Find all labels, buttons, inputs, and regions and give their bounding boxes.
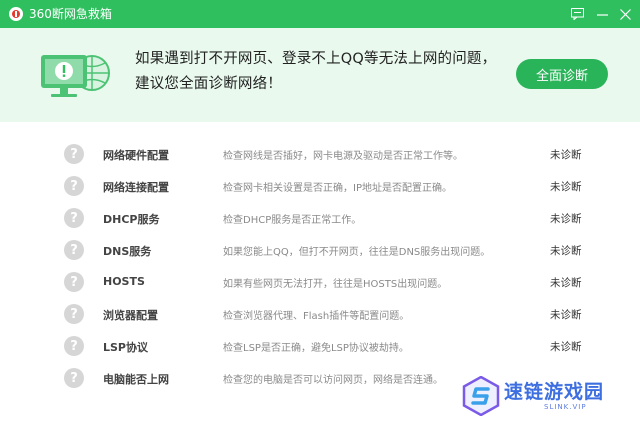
window-title: 360断网急救箱 [29,7,112,21]
list-item: ? LSP协议 检查LSP是否正确，避免LSP协议被劫持。 未诊断 [0,330,640,362]
watermark: 速链游戏园 SLINK.VIP [462,376,632,420]
question-icon: ? [64,368,84,388]
item-status: 未诊断 [550,149,582,161]
item-name: 电脑能否上网 [103,373,169,386]
list-item: ? 网络硬件配置 检查网线是否插好，网卡电源及驱动是否正常工作等。 未诊断 [0,138,640,170]
header-line-1: 如果遇到打不开网页、登录不上QQ等无法上网的问题， [135,51,497,67]
item-name: DNS服务 [103,245,152,258]
item-name: LSP协议 [103,341,148,354]
list-item: ? 网络连接配置 检查网卡相关设置是否正确，IP地址是否配置正确。 未诊断 [0,170,640,202]
list-item: ? HOSTS 如果有些网页无法打开，往往是HOSTS出现问题。 未诊断 [0,266,640,298]
item-description: 检查浏览器代理、Flash插件等配置问题。 [223,311,410,322]
item-status: 未诊断 [550,213,582,225]
item-description: 检查网卡相关设置是否正确，IP地址是否配置正确。 [223,183,452,194]
header-line-2: 建议您全面诊断网络！ [135,76,282,92]
watermark-subtext: SLINK.VIP [544,403,587,411]
question-icon: ? [64,176,84,196]
question-icon: ? [64,208,84,228]
app-logo-icon [9,7,23,21]
question-icon: ? [64,304,84,324]
question-icon: ? [64,240,84,260]
item-status: 未诊断 [550,245,582,257]
item-description: 如果您能上QQ，但打不开网页，往往是DNS服务出现问题。 [223,247,491,258]
item-name: 浏览器配置 [103,309,158,322]
item-description: 如果有些网页无法打开，往往是HOSTS出现问题。 [223,279,448,290]
watermark-text: 速链游戏园 [504,381,605,403]
list-item: ? 浏览器配置 检查浏览器代理、Flash插件等配置问题。 未诊断 [0,298,640,330]
item-name: 网络连接配置 [103,181,169,194]
item-description: 检查网线是否插好，网卡电源及驱动是否正常工作等。 [223,151,463,162]
item-description: 检查LSP是否正确，避免LSP协议被劫持。 [223,343,409,354]
computer-globe-warning-icon [38,49,114,105]
item-status: 未诊断 [550,277,582,289]
list-item: ? DHCP服务 检查DHCP服务是否正常工作。 未诊断 [0,202,640,234]
item-name: DHCP服务 [103,213,160,226]
close-icon[interactable] [617,6,633,22]
header-banner: 如果遇到打不开网页、登录不上QQ等无法上网的问题， 建议您全面诊断网络！ 全面诊… [0,28,640,122]
watermark-logo-icon [462,376,500,416]
minimize-icon[interactable] [594,6,610,22]
item-name: 网络硬件配置 [103,149,169,162]
list-item: ? DNS服务 如果您能上QQ，但打不开网页，往往是DNS服务出现问题。 未诊断 [0,234,640,266]
item-description: 检查DHCP服务是否正常工作。 [223,215,362,226]
title-bar: 360断网急救箱 [0,0,640,28]
item-description: 检查您的电脑是否可以访问网页，网络是否连通。 [223,375,443,386]
question-icon: ? [64,272,84,292]
question-icon: ? [64,144,84,164]
full-diagnosis-button[interactable]: 全面诊断 [516,59,608,89]
header-message: 如果遇到打不开网页、登录不上QQ等无法上网的问题， 建议您全面诊断网络！ [135,47,496,97]
item-status: 未诊断 [550,181,582,193]
question-icon: ? [64,336,84,356]
feedback-icon[interactable] [569,6,585,22]
item-status: 未诊断 [550,309,582,321]
item-name: HOSTS [103,275,145,288]
item-status: 未诊断 [550,341,582,353]
